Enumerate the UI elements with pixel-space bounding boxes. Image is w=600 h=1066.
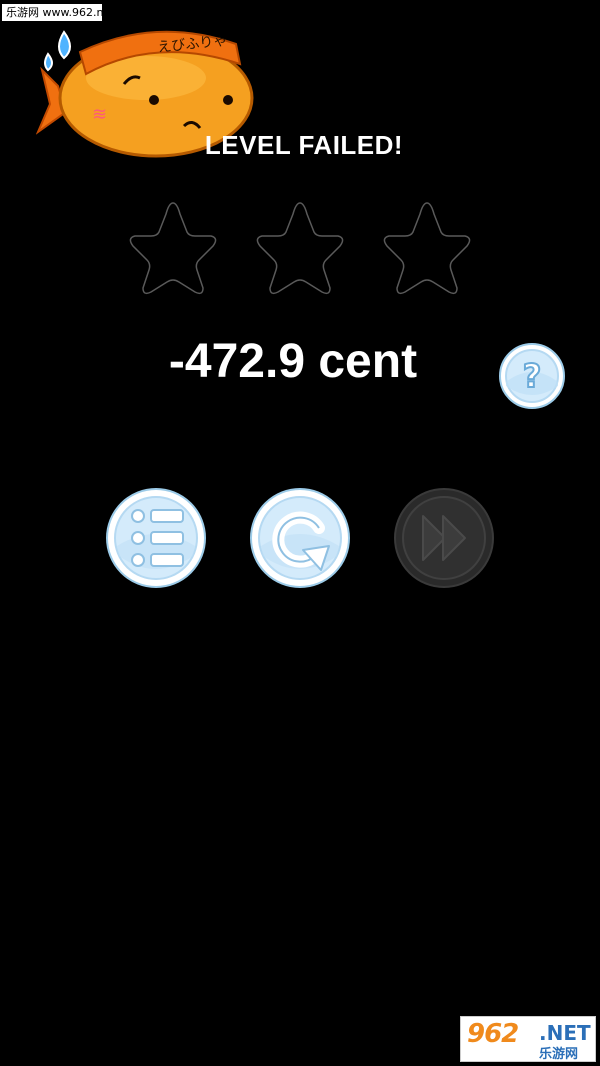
site-logo-watermark: 962 .NET 乐游网 <box>460 1016 596 1062</box>
sweat-drop-icon <box>58 30 71 60</box>
help-button[interactable]: ? <box>498 342 566 410</box>
retry-button[interactable] <box>249 486 351 590</box>
retry-icon <box>250 488 350 588</box>
mascot-eye-right <box>223 95 233 105</box>
next-level-button[interactable] <box>393 486 495 590</box>
empty-star-icon <box>256 202 344 295</box>
level-menu-button[interactable] <box>105 486 207 590</box>
empty-star-icon <box>129 202 217 295</box>
logo-number: 962 <box>467 1019 519 1049</box>
question-mark-icon: ? <box>499 343 565 409</box>
svg-text:?: ? <box>523 357 542 395</box>
fast-forward-icon <box>394 488 494 588</box>
mascot-eye-left <box>149 95 159 105</box>
level-failed-title: LEVEL FAILED! <box>204 130 404 160</box>
empty-star-icon <box>383 202 471 295</box>
star-rating <box>125 198 485 298</box>
logo-net: .NET <box>539 1021 591 1045</box>
blush-mark: ≋ <box>92 104 107 125</box>
menu-list-icon <box>106 488 206 588</box>
logo-chinese: 乐游网 <box>539 1047 579 1062</box>
